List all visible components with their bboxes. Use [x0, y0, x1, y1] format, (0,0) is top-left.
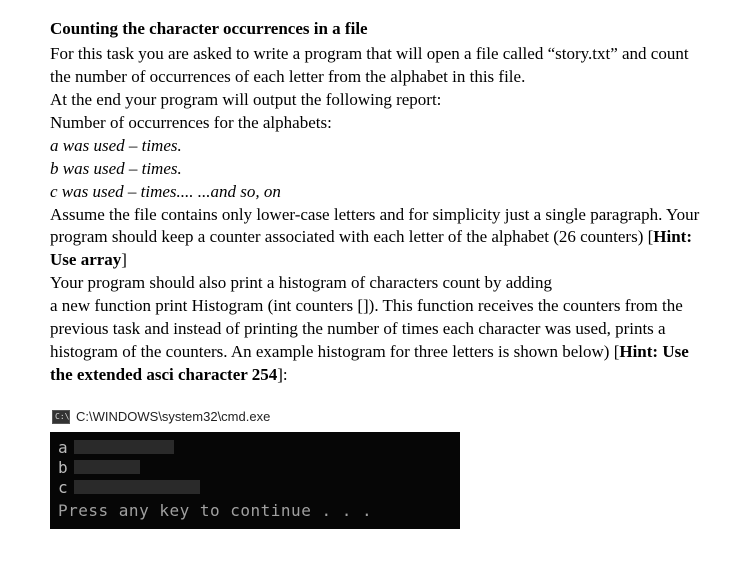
doc-title: Counting the character occurrences in a … [50, 18, 700, 41]
document-body: Counting the character occurrences in a … [50, 18, 700, 529]
terminal-body: a b c Press any key to continue . . . [50, 432, 460, 530]
histogram-row-a: a [58, 438, 452, 458]
example-line-c: c was used – times.... ...and so, on [50, 181, 700, 204]
paragraph-histogram: Your program should also print a histogr… [50, 272, 700, 387]
histogram-bar [74, 440, 174, 454]
press-any-key: Press any key to continue . . . [58, 500, 452, 522]
assume-text-b: ] [121, 250, 127, 269]
paragraph-occurrences-header: Number of occurrences for the alphabets: [50, 112, 700, 135]
cmd-icon: C:\ [52, 410, 70, 424]
histogram-text-b: a new function print Histogram (int coun… [50, 296, 683, 361]
example-line-a: a was used – times. [50, 135, 700, 158]
terminal-title-text: C:\WINDOWS\system32\cmd.exe [76, 408, 270, 426]
example-line-b: b was used – times. [50, 158, 700, 181]
paragraph-assume: Assume the file contains only lower-case… [50, 204, 700, 273]
histogram-row-b: b [58, 458, 452, 478]
cmd-icon-text: C:\ [55, 413, 69, 421]
assume-text-a: Assume the file contains only lower-case… [50, 205, 699, 247]
histogram-label: a [58, 437, 74, 459]
histogram-bar [74, 460, 140, 474]
histogram-bar [74, 480, 200, 494]
histogram-label: b [58, 457, 74, 479]
terminal-titlebar: C:\ C:\WINDOWS\system32\cmd.exe [50, 405, 700, 432]
histogram-row-c: c [58, 478, 452, 498]
paragraph-intro: For this task you are asked to write a p… [50, 43, 700, 89]
histogram-text-c: ]: [277, 365, 287, 384]
terminal-window: C:\ C:\WINDOWS\system32\cmd.exe a b c Pr… [50, 405, 700, 529]
paragraph-report-header: At the end your program will output the … [50, 89, 700, 112]
histogram-text-a: Your program should also print a histogr… [50, 273, 552, 292]
histogram-label: c [58, 477, 74, 499]
